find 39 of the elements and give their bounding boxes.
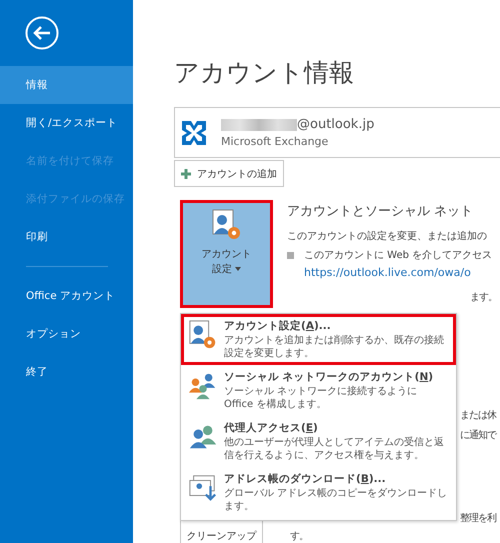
- menu-item[interactable]: ソーシャル ネットワークのアカウント(N) ソーシャル ネットワークに接続するように Office を構成します。: [181, 365, 456, 416]
- account-type: Microsoft Exchange: [221, 135, 330, 148]
- menu-item-description: グローバル アドレス帳のコピーをダウンロードします。: [224, 487, 448, 513]
- menu-item-description: 他のユーザーが代理人としてアイテムの受信と返信を行えるように、アクセス権を与えます。: [224, 436, 445, 462]
- partial-text: す。: [290, 530, 308, 543]
- sidebar-item[interactable]: 印刷: [0, 218, 133, 256]
- sidebar-item[interactable]: 終了: [0, 353, 133, 391]
- account-settings-button[interactable]: アカウント 設定: [180, 200, 273, 308]
- menu-item[interactable]: 代理人アクセス(E) 他のユーザーが代理人としてアイテムの受信と返信を行えるように、アクセス権を与えます。: [181, 416, 456, 467]
- menu-item-title: アドレス帳のダウンロード(B)...: [224, 472, 387, 486]
- sidebar-item[interactable]: オプション: [0, 315, 133, 353]
- bullet-text: このアカウントに Web を介してアクセス: [304, 249, 492, 262]
- menu-item-description: アカウントを追加または削除するか、既存の接続設定を変更します。: [224, 334, 445, 360]
- page-title: アカウント情報: [174, 57, 355, 89]
- sidebar-item[interactable]: 開く/エクスポート: [0, 104, 133, 142]
- account-gear-icon: [188, 319, 218, 351]
- cleanup-button[interactable]: クリーンアップ: [180, 520, 263, 543]
- section-heading: アカウントとソーシャル ネット: [287, 203, 474, 220]
- back-button[interactable]: [25, 16, 59, 50]
- partial-text: 整理を利: [460, 512, 496, 525]
- section-description: このアカウントの設定を変更、または追加の: [287, 230, 488, 243]
- bullet-icon: [287, 252, 294, 258]
- menu-item-title: アカウント設定(A)...: [224, 319, 332, 333]
- account-email: @outlook.jp: [297, 117, 374, 132]
- partial-text: ます。: [470, 291, 497, 304]
- partial-text: に通知で: [460, 428, 496, 442]
- add-account-button[interactable]: アカウントの追加: [174, 160, 284, 187]
- sidebar-item[interactable]: Office アカウント: [0, 277, 133, 315]
- menu-item[interactable]: アドレス帳のダウンロード(B)... グローバル アドレス帳のコピーをダウンロードします。: [181, 467, 456, 518]
- account-gear-icon: [210, 209, 242, 241]
- partial-text: または休: [460, 409, 496, 422]
- menu-item-title: 代理人アクセス(E): [224, 421, 319, 435]
- plus-icon: [181, 168, 191, 178]
- owa-link[interactable]: https://outlook.live.com/owa/o: [304, 266, 492, 279]
- caret-icon: [235, 267, 241, 272]
- menu-item[interactable]: アカウント設定(A)... アカウントを追加または削除するか、既存の接続設定を変更します。: [181, 314, 456, 365]
- menu-item-description: ソーシャル ネットワークに接続するように Office を構成します。: [224, 385, 418, 411]
- menu-item-title: ソーシャル ネットワークのアカウント(N): [224, 370, 434, 384]
- sidebar-item[interactable]: 情報: [0, 66, 133, 104]
